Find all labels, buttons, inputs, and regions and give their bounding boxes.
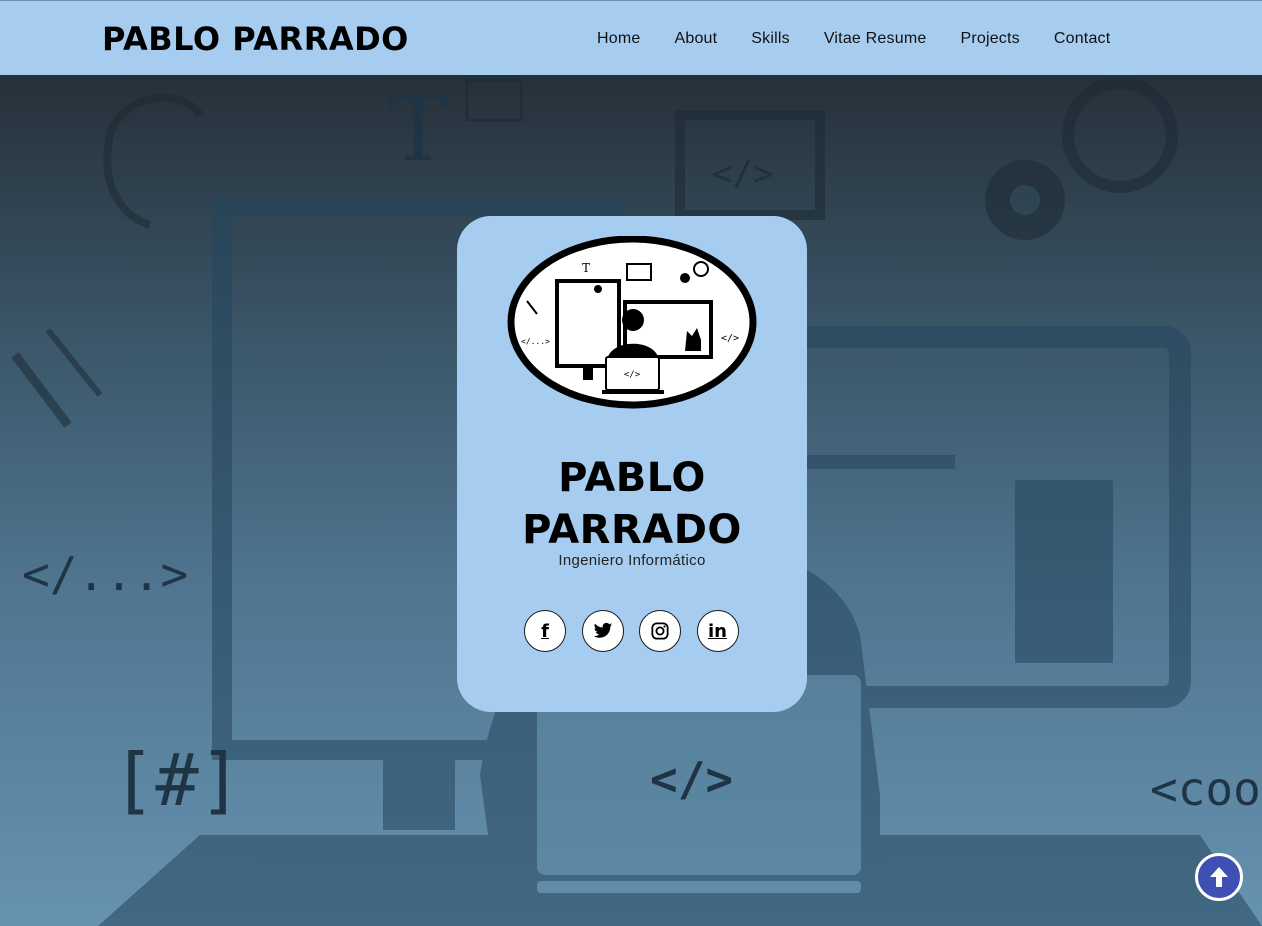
bg-text-tool-glyph: T	[388, 77, 448, 182]
developer-logo-icon: </> T </> </...>	[507, 236, 757, 409]
site-header: PABLO PARRADO Home About Skills Vitae Re…	[0, 0, 1262, 75]
linkedin-link[interactable]: in	[696, 610, 739, 652]
svg-text:</>: </>	[721, 333, 739, 344]
instagram-icon	[651, 622, 669, 640]
profile-name-line2: PARRADO	[522, 507, 742, 553]
scroll-to-top-button[interactable]	[1195, 853, 1243, 901]
logo-code-label: </>	[624, 370, 641, 380]
nav-about[interactable]: About	[674, 30, 717, 48]
brand-logo-text[interactable]: PABLO PARRADO	[102, 20, 409, 58]
linkedin-icon: in	[708, 620, 727, 642]
bg-tag-glyph: </>	[650, 752, 733, 806]
facebook-link[interactable]: f	[524, 610, 566, 652]
twitter-link[interactable]	[581, 610, 624, 652]
main-nav: Home About Skills Vitae Resume Projects …	[580, 1, 1127, 76]
profile-role: Ingeniero Informático	[558, 552, 706, 569]
twitter-icon	[593, 622, 612, 638]
nav-projects[interactable]: Projects	[960, 30, 1019, 48]
svg-text:</...>: </...>	[521, 337, 550, 346]
bg-code-glyph: </...>	[22, 547, 188, 601]
nav-contact[interactable]: Contact	[1054, 30, 1111, 48]
arrow-up-icon	[1210, 867, 1228, 887]
bg-code-glyph-right: <coo	[1150, 762, 1261, 816]
instagram-link[interactable]	[639, 610, 681, 652]
bg-hash-glyph: [#]	[112, 738, 242, 822]
svg-text:T: T	[582, 261, 590, 275]
nav-vitae-resume[interactable]: Vitae Resume	[824, 30, 927, 48]
nav-home[interactable]: Home	[597, 30, 640, 48]
svg-text:</>: </>	[712, 154, 773, 194]
social-links: f in	[524, 610, 754, 652]
profile-name-line1: PABLO	[558, 455, 706, 501]
nav-skills[interactable]: Skills	[751, 30, 790, 48]
profile-card: </> T </> </...> PABLO PARRADO Ingeniero…	[457, 216, 807, 712]
profile-name: PABLO PARRADO	[457, 452, 807, 556]
facebook-icon: f	[541, 620, 549, 642]
